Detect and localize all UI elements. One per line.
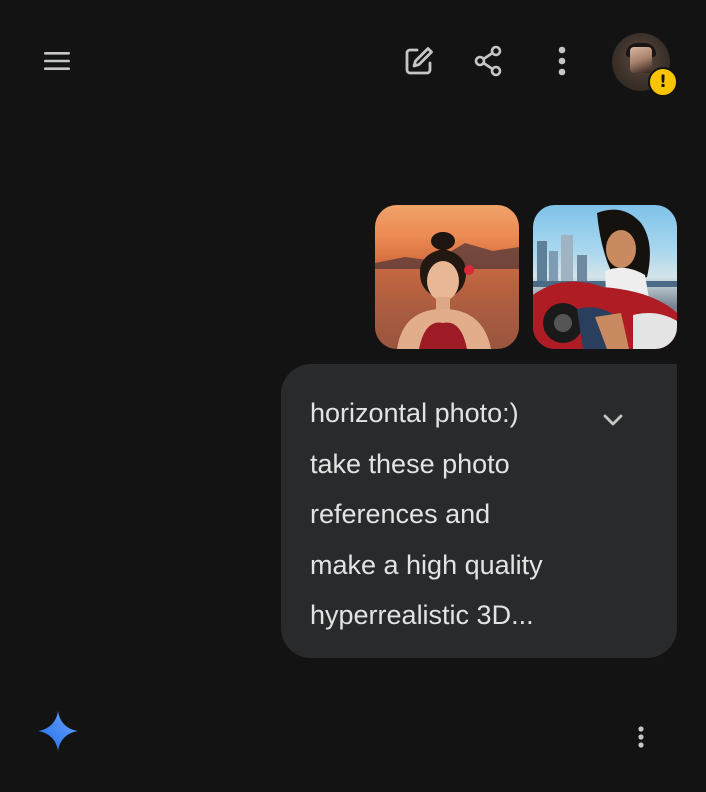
prompt-line: references and [310,499,491,529]
prompt-text: horizontal photo:) take these photo refe… [310,388,600,641]
prompt-line: take these photo [310,448,510,479]
new-chat-button[interactable] [395,37,443,85]
response-more-options-button[interactable] [621,717,661,757]
top-app-bar: ! [0,0,706,124]
menu-button[interactable] [33,37,81,85]
prompt-line: hyperrealistic 3D... [310,600,534,630]
user-prompt-bubble: horizontal photo:) take these photo refe… [281,364,677,658]
prompt-line: horizontal photo:) [310,398,519,428]
more-vert-icon [558,46,566,76]
avatar-photo [630,47,652,73]
more-options-button[interactable] [538,37,586,85]
warning-badge-icon: ! [648,67,678,97]
attachment-thumbnail[interactable] [375,205,519,349]
prompt-line: make a high quality [310,549,543,580]
menu-icon [44,52,70,70]
edit-icon [405,47,433,75]
more-vert-icon [638,726,644,748]
chevron-down-icon [603,414,623,426]
motorcycle-illustration-image [533,209,677,349]
share-icon [474,45,502,77]
attachment-thumbnail[interactable] [533,205,677,349]
gemini-sparkle-icon [38,711,78,751]
expand-prompt-button[interactable] [593,400,633,440]
sunset-portrait-image [375,232,519,349]
share-button[interactable] [464,37,512,85]
account-avatar[interactable]: ! [612,33,678,97]
